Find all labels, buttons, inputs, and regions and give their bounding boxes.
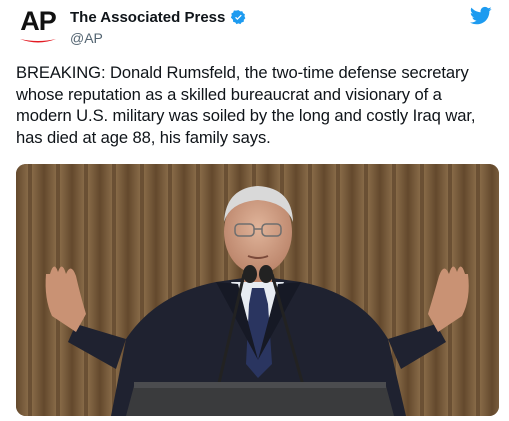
- twitter-bird-icon[interactable]: [470, 6, 492, 26]
- tweet-card: AP The Associated Press @AP BREAKING: Do…: [0, 0, 509, 421]
- ap-swoosh-icon: [20, 39, 56, 43]
- avatar-logo-text: AP: [20, 6, 57, 36]
- tweet-photo[interactable]: [16, 164, 499, 416]
- tweet-text: BREAKING: Donald Rumsfeld, the two-time …: [16, 63, 476, 147]
- account-handle[interactable]: @AP: [70, 30, 247, 46]
- account-names: The Associated Press @AP: [70, 7, 247, 46]
- display-name[interactable]: The Associated Press: [70, 9, 225, 26]
- verified-badge-icon: [231, 9, 246, 24]
- avatar[interactable]: AP: [16, 6, 60, 50]
- photo-illustration: [16, 164, 499, 416]
- tweet-header: AP The Associated Press @AP: [0, 0, 509, 58]
